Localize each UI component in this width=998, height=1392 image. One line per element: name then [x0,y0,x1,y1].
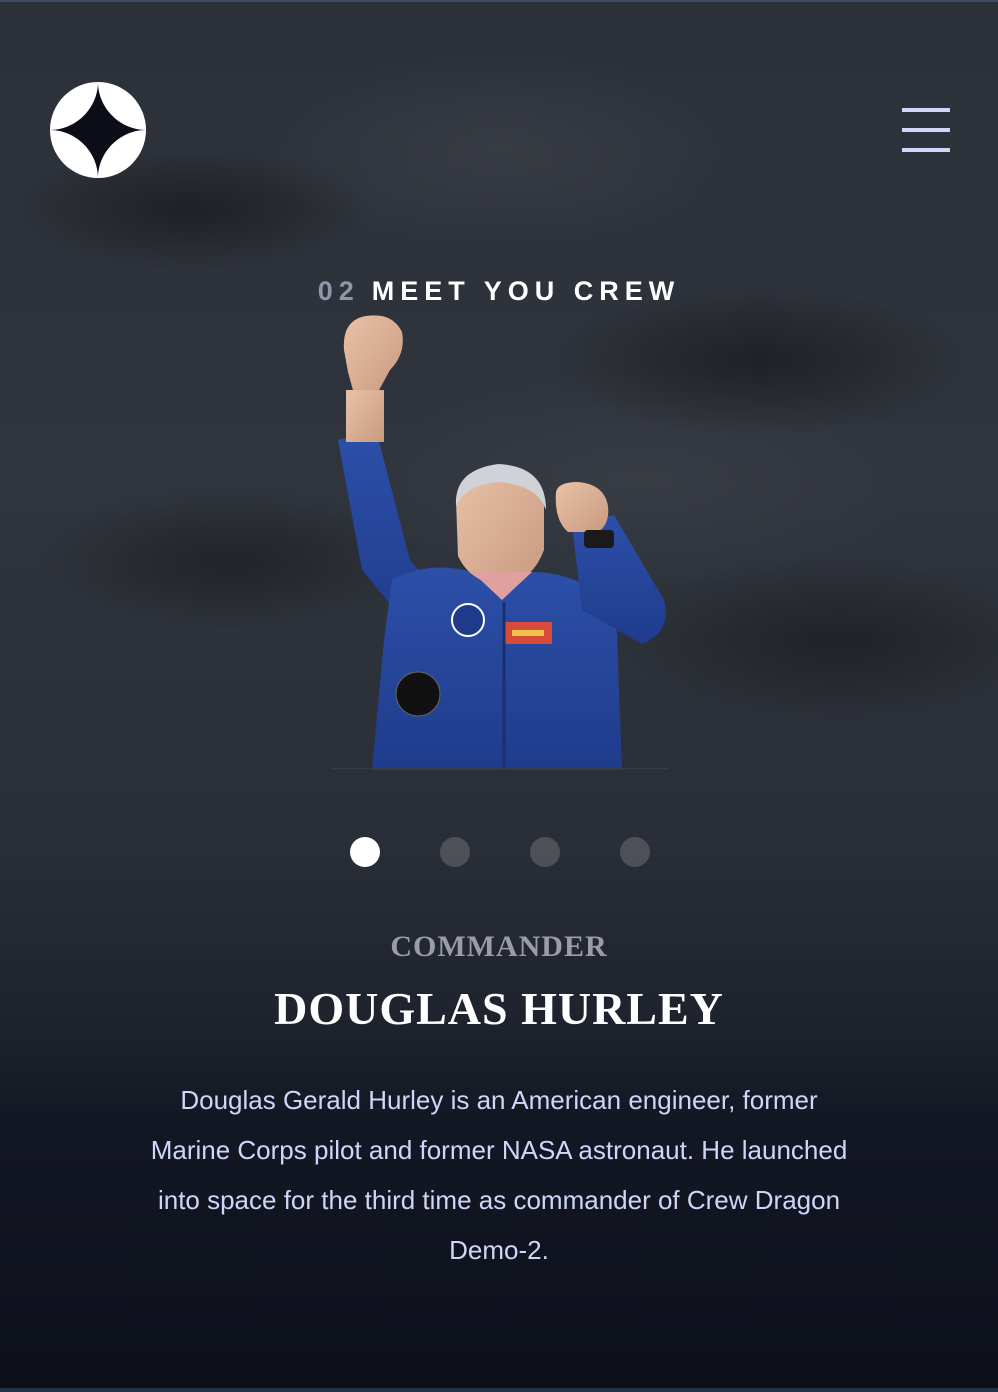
hamburger-line [902,108,950,112]
crew-slider-dots [350,837,650,867]
crew-role: COMMANDER [390,930,608,963]
frame-border-top [0,0,998,2]
frame-border-bottom [0,1388,998,1392]
page-heading-title: MEET YOU CREW [371,276,681,306]
page-heading-number: 02 [317,276,360,306]
site-logo[interactable] [50,82,146,178]
menu-button[interactable] [902,108,950,152]
slider-dot-1[interactable] [350,837,380,867]
hamburger-line [902,128,950,132]
page-heading: 02 MEET YOU CREW [0,276,998,307]
slider-dot-4[interactable] [620,837,650,867]
hamburger-line [902,148,950,152]
slider-dot-3[interactable] [530,837,560,867]
crew-bio: Douglas Gerald Hurley is an American eng… [150,1085,848,1265]
image-divider [332,768,668,769]
four-point-star-icon [50,82,146,178]
crew-name: DOUGLAS HURLEY [274,983,724,1034]
crew-member-image [338,315,666,770]
slider-dot-2[interactable] [440,837,470,867]
